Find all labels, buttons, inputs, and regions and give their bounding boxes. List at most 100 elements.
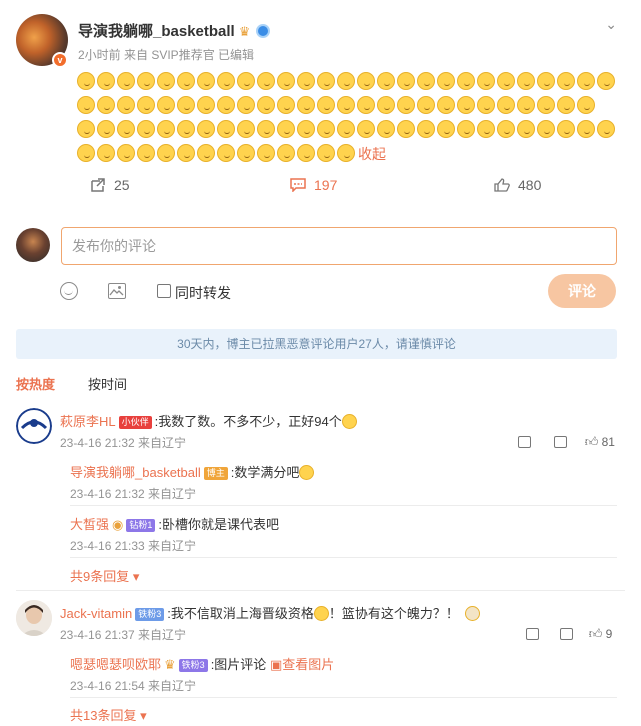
- thinking-emoji-icon: [297, 72, 315, 90]
- thinking-emoji-icon: [497, 96, 515, 114]
- thinking-emoji-icon: [457, 120, 475, 138]
- fan-badge: 小伙伴: [118, 416, 152, 429]
- thinking-emoji-icon: [217, 96, 235, 114]
- thinking-emoji-icon: [557, 72, 575, 90]
- thinking-emoji-icon: [237, 120, 255, 138]
- commenter-avatar[interactable]: [16, 600, 52, 636]
- thinking-emoji-icon: [257, 120, 275, 138]
- share-icon[interactable]: [518, 436, 531, 448]
- post-meta: 2小时前 来自 SVIP推荐官 已编辑: [78, 48, 255, 62]
- fan-badge: 钻粉1: [126, 519, 156, 532]
- image-upload-icon[interactable]: [108, 283, 126, 299]
- collapse-link[interactable]: 收起: [358, 146, 386, 162]
- thinking-emoji-icon: [97, 144, 115, 162]
- thinking-emoji-icon: [297, 120, 315, 138]
- thinking-emoji-icon: [97, 120, 115, 138]
- thinking-emoji-icon: [137, 120, 155, 138]
- comment-text: :我数了数。不多不少，正好94个: [154, 414, 342, 429]
- thinking-emoji-icon: [237, 144, 255, 162]
- author-badge: 博主: [203, 467, 228, 480]
- reply-icon[interactable]: [554, 436, 568, 448]
- thinking-emoji-icon: [537, 72, 555, 90]
- reply-author[interactable]: 嗯瑟嗯瑟呗欧耶: [70, 657, 161, 672]
- repost-checkbox[interactable]: [157, 284, 171, 298]
- view-image-link[interactable]: ▣查看图片: [270, 657, 334, 672]
- comment-button[interactable]: 197: [290, 177, 337, 193]
- emoji-icon: [341, 414, 357, 429]
- cat-emoji-icon: [464, 606, 480, 621]
- thinking-emoji-icon: [557, 96, 575, 114]
- thinking-emoji-icon: [377, 96, 395, 114]
- thinking-emoji-icon: [197, 144, 215, 162]
- thinking-emoji-icon: [397, 96, 415, 114]
- submit-comment-button[interactable]: 评论: [548, 274, 616, 308]
- thinking-emoji-icon: [417, 120, 435, 138]
- emoji-icon: [299, 465, 315, 480]
- thinking-emoji-icon: [537, 120, 555, 138]
- thinking-emoji-icon: [577, 120, 595, 138]
- author-name[interactable]: 导演我躺哪_basketball ♛: [78, 20, 271, 41]
- comment-like-button[interactable]: 👍︎ 9: [589, 626, 613, 641]
- thinking-emoji-icon: [137, 96, 155, 114]
- reply-author[interactable]: 大皙强: [70, 517, 109, 532]
- thinking-emoji-icon: [497, 120, 515, 138]
- team-logo-icon: [16, 408, 52, 444]
- reply-author[interactable]: 导演我躺哪_basketball: [70, 465, 201, 480]
- thinking-emoji-icon: [337, 120, 355, 138]
- thinking-emoji-icon: [517, 72, 535, 90]
- thinking-emoji-icon: [137, 72, 155, 90]
- comment-text: :我不信取消上海晋级资格: [167, 606, 314, 621]
- more-replies-link[interactable]: 共9条回复 ▾: [70, 566, 139, 585]
- comment-text-cont: ！篮协有这个魄力？！: [328, 606, 459, 621]
- thinking-emoji-icon: [217, 72, 235, 90]
- thinking-emoji-icon: [597, 72, 615, 90]
- repost-icon: [91, 178, 105, 192]
- thinking-emoji-icon: [337, 144, 355, 162]
- thinking-emoji-icon: [257, 144, 275, 162]
- view-image-text: 查看图片: [282, 657, 335, 672]
- more-replies-link[interactable]: 共13条回复 ▾: [70, 705, 147, 724]
- share-icon[interactable]: [526, 628, 539, 640]
- thinking-emoji-icon: [277, 72, 295, 90]
- commenter-avatar[interactable]: [16, 408, 52, 444]
- tab-sort-hot[interactable]: 按热度: [16, 374, 55, 393]
- thinking-emoji-icon: [597, 120, 615, 138]
- thinking-emoji-icon: [157, 72, 175, 90]
- thinking-emoji-icon: [77, 96, 95, 114]
- comment-like-button[interactable]: 👍︎ 81: [585, 434, 615, 449]
- comment-input[interactable]: [61, 227, 617, 265]
- thinking-emoji-icon: [257, 72, 275, 90]
- author-name-text[interactable]: 导演我躺哪_basketball: [78, 23, 235, 40]
- thinking-emoji-icon: [437, 120, 455, 138]
- commenter-name[interactable]: 萩原李HL: [60, 414, 116, 429]
- reply-text: :卧槽你就是课代表吧: [158, 517, 279, 532]
- image-icon: ▣: [269, 657, 283, 672]
- repost-button[interactable]: 25: [90, 177, 130, 193]
- post-content: 收起: [76, 70, 621, 166]
- repost-checkbox-label: 同时转发: [175, 285, 231, 301]
- chevron-down-icon[interactable]: ⌄: [605, 16, 617, 33]
- vip-icon: ◉: [112, 517, 124, 532]
- thinking-emoji-icon: [577, 72, 595, 90]
- thinking-emoji-icon: [277, 144, 295, 162]
- fan-badge: 铁粉3: [135, 608, 165, 621]
- fan-badge: 铁粉3: [178, 659, 208, 672]
- comment-divider: [16, 590, 625, 591]
- thinking-emoji-icon: [197, 120, 215, 138]
- tab-sort-time[interactable]: 按时间: [88, 374, 127, 393]
- thinking-emoji-icon: [277, 120, 295, 138]
- thinking-emoji-icon: [457, 72, 475, 90]
- thinking-emoji-icon: [77, 72, 95, 90]
- thinking-emoji-icon: [177, 96, 195, 114]
- thinking-emoji-icon: [77, 120, 95, 138]
- reply-icon[interactable]: [560, 628, 574, 640]
- thinking-emoji-icon: [177, 120, 195, 138]
- commenter-name[interactable]: Jack-vitamin: [60, 606, 132, 621]
- like-button[interactable]: 480: [494, 177, 541, 193]
- chevron-down-icon: ▾: [136, 708, 147, 723]
- emoji-picker-icon[interactable]: [60, 282, 78, 300]
- comment-like-count: 81: [601, 435, 615, 449]
- divider: [70, 505, 617, 506]
- thinking-emoji-icon: [317, 144, 335, 162]
- reply-line: 嗯瑟嗯瑟呗欧耶 ♛ 铁粉3:图片评论 ▣查看图片: [70, 654, 334, 673]
